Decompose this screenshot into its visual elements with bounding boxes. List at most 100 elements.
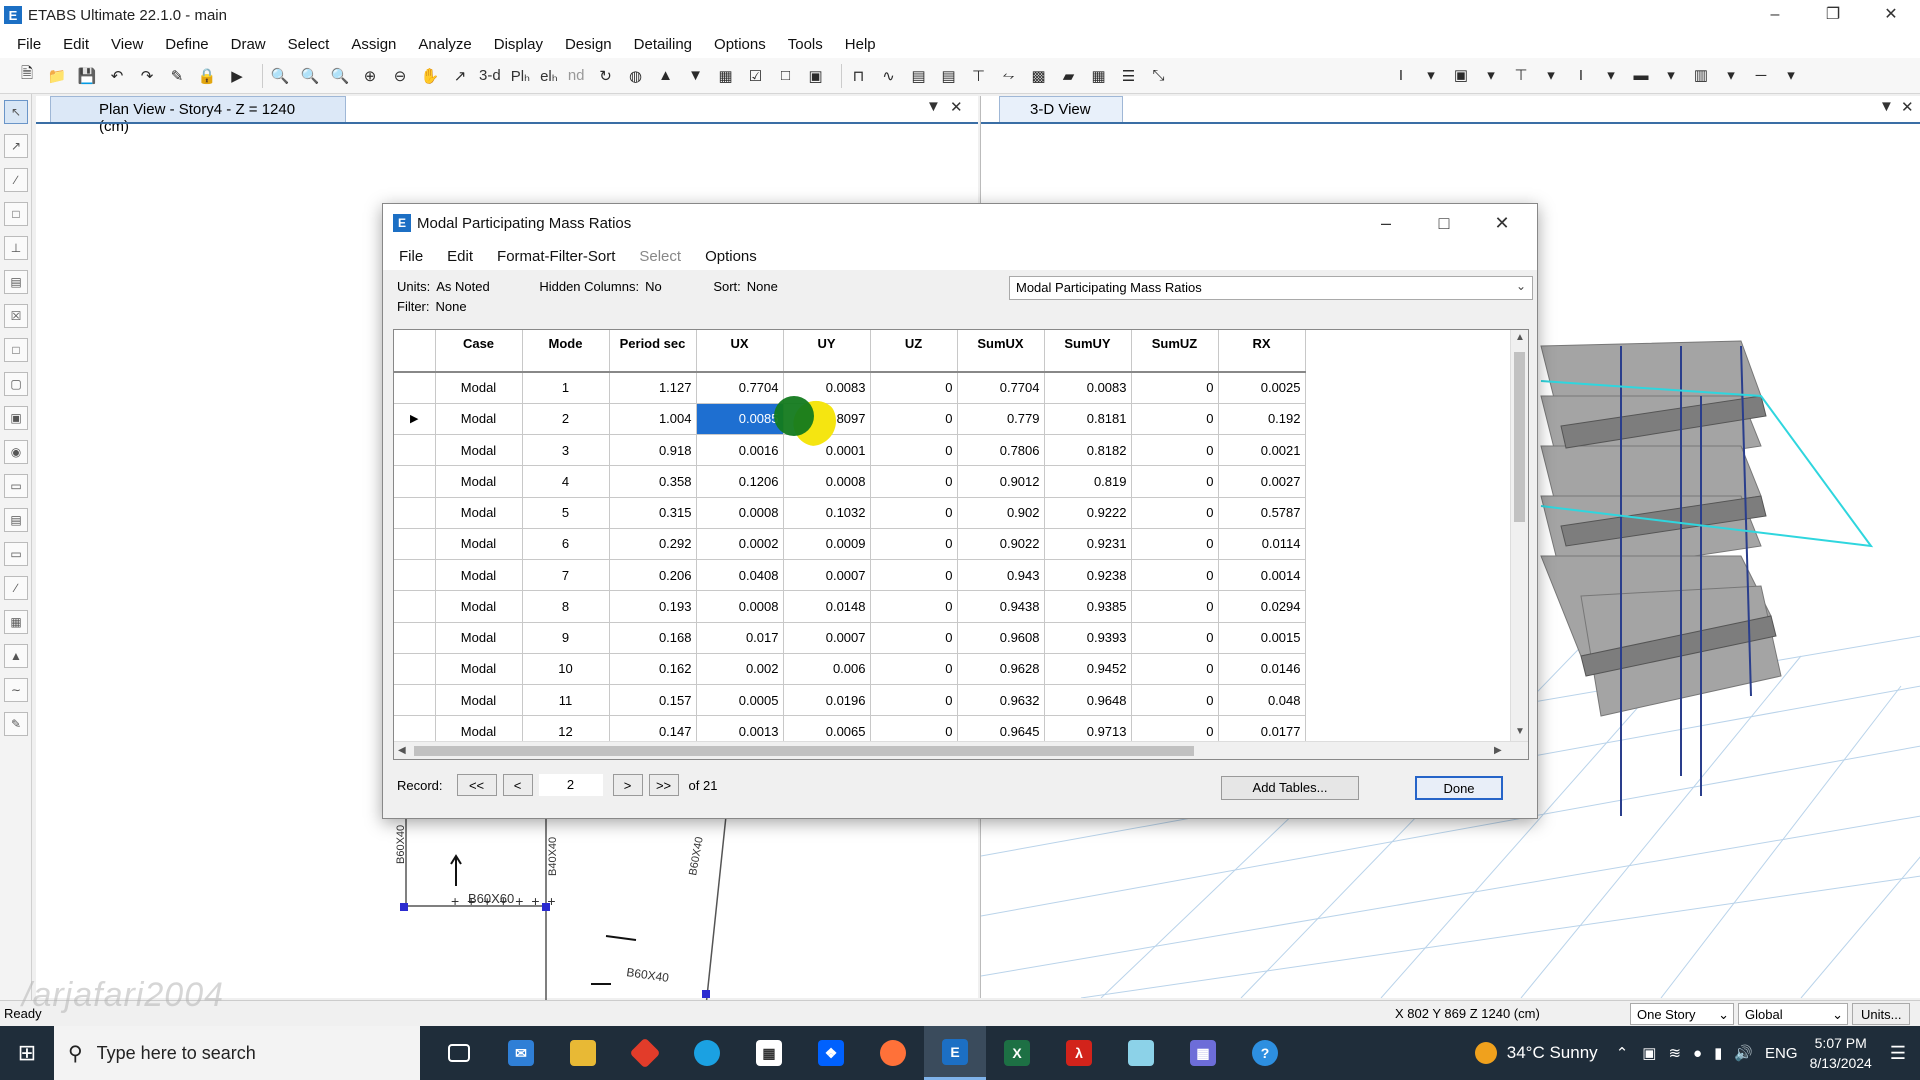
file-explorer-icon[interactable] [552,1026,614,1080]
table-cell[interactable]: 0 [870,653,958,686]
first-record-button[interactable]: << [456,774,497,796]
open-icon[interactable]: 📁 [46,65,68,87]
vertical-scrollbar[interactable]: ▲ ▼ [1510,330,1528,742]
table-cell[interactable]: 0.0294 [1218,590,1306,623]
dropdown-icon[interactable]: ▾ [1540,64,1562,86]
table-cell[interactable]: Modal [435,434,523,467]
draw-column-icon[interactable]: ⊥ [4,236,28,260]
dropdown-icon[interactable]: ▾ [1600,64,1622,86]
select-pointer-icon[interactable]: ↖ [4,100,28,124]
table-row[interactable]: Modal 4 0.358 0.1206 0.0008 0 0.9012 0.819 0 0.00… [394,465,1306,498]
wifi-off-icon[interactable]: ≋ [1668,1044,1681,1062]
menu-analyze[interactable]: Analyze [407,36,482,53]
table-cell[interactable]: 0.0008 [696,590,784,623]
frame-icon[interactable]: ⊓ [848,65,870,87]
wall-icon[interactable]: ▩ [1028,65,1050,87]
axes-icon[interactable]: ⤡ [1148,65,1170,87]
dialog-menu-format-filter-sort[interactable]: Format-Filter-Sort [497,248,615,265]
table-cell[interactable]: 0.7704 [957,372,1045,404]
menu-select[interactable]: Select [277,36,341,53]
draw-point-icon[interactable]: ◉ [4,440,28,464]
row-header[interactable] [394,590,436,623]
draw-opening-icon[interactable]: ▥ [1690,64,1712,86]
row-header[interactable] [394,622,436,654]
table-cell[interactable]: 8 [522,590,610,623]
record-number-field[interactable]: 2 [538,774,603,796]
display-undeformed-icon[interactable]: □ [775,65,797,87]
table-cell[interactable]: 0.779 [957,403,1045,436]
table-cell[interactable]: 0.006 [783,653,871,686]
table-cell[interactable]: 0.0015 [1218,622,1306,654]
table-cell[interactable]: 0.1206 [696,465,784,498]
table-cell[interactable]: 0.943 [957,559,1045,592]
scroll-thumb[interactable] [1514,352,1525,522]
perspective-icon[interactable]: ◍ [625,65,647,87]
network-icon[interactable]: ▣ [1642,1044,1656,1062]
column-header[interactable]: Mode [522,330,610,373]
table-cell[interactable]: 0.5787 [1218,497,1306,529]
table-row[interactable]: Modal 11 0.157 0.0005 0.0196 0 0.9632 0.9648 0 0.… [394,684,1306,717]
dialog-close-button[interactable]: ✕ [1473,204,1531,242]
table-row[interactable]: Modal 10 0.162 0.002 0.006 0 0.9628 0.9452 0 0.01… [394,653,1306,686]
chevron-up-icon[interactable]: ⌃ [1616,1044,1629,1062]
table-cell[interactable]: 7 [522,559,610,592]
table-cell[interactable]: 0.0007 [783,559,871,592]
column-header[interactable]: SumUZ [1131,330,1219,373]
column-header[interactable]: UZ [870,330,958,373]
draw-tendon-icon[interactable]: ▲ [4,644,28,668]
table-cell[interactable]: 0.8182 [1044,434,1132,467]
draw-brace-icon[interactable]: ☒ [4,304,28,328]
table-cell[interactable]: 0.9238 [1044,559,1132,592]
table-cell[interactable]: Modal [435,528,523,561]
zoom-extents-icon[interactable]: 🔍 [329,65,351,87]
task-view-icon[interactable] [428,1026,490,1080]
dropbox-icon[interactable]: ❖ [800,1026,862,1080]
table-cell[interactable]: 10 [522,653,610,686]
row-header[interactable] [394,684,436,717]
table-cell[interactable]: 0 [1131,403,1219,436]
draw-beam-icon[interactable]: ▤ [4,270,28,294]
panel-dropdown-icon[interactable]: ▼ [926,98,941,115]
new-model-icon[interactable]: 🗎 [16,65,38,87]
table-cell[interactable]: 0.0008 [783,465,871,498]
close-button[interactable]: ✕ [1862,0,1920,30]
move-down-icon[interactable]: ▼ [685,65,707,87]
row-header[interactable]: ▶ [394,403,436,436]
add-tables-button[interactable]: Add Tables... [1221,776,1359,800]
minimize-button[interactable]: – [1746,0,1804,30]
table-select-dropdown[interactable]: Modal Participating Mass Ratios ⌄ [1009,276,1533,300]
table-row[interactable]: Modal 5 0.315 0.0008 0.1032 0 0.902 0.9222 0 0.57… [394,497,1306,529]
notification-icon[interactable]: ☰ [1890,1043,1906,1064]
done-button[interactable]: Done [1415,776,1503,800]
table-cell[interactable]: 0.9393 [1044,622,1132,654]
clock[interactable]: 5:07 PM 8/13/2024 [1810,1033,1872,1073]
view-3d-button[interactable]: 3-d [479,67,501,84]
column-header[interactable]: UY [783,330,871,373]
display-tables-icon[interactable]: ☰ [1118,65,1140,87]
draw-strip-icon[interactable]: ∼ [4,678,28,702]
table-cell[interactable]: Modal [435,559,523,592]
dialog-menu-file[interactable]: File [399,248,423,265]
zoom-restore-icon[interactable]: 🔍 [299,65,321,87]
table-cell[interactable]: 0 [1131,434,1219,467]
plan-view-button[interactable]: Plₕ [511,67,530,85]
restore-button[interactable]: ❐ [1804,0,1862,30]
table-cell[interactable]: 0.315 [609,497,697,529]
draw-brace-icon[interactable]: I [1570,64,1592,86]
table-cell[interactable]: 0.9648 [1044,684,1132,717]
table-cell[interactable]: 0.0016 [696,434,784,467]
draw-wall-icon[interactable]: ▬ [1630,64,1652,86]
table-cell[interactable]: Modal [435,465,523,498]
table-cell[interactable]: 0.157 [609,684,697,717]
table-cell[interactable]: 0 [1131,653,1219,686]
dialog-menu-options[interactable]: Options [705,248,757,265]
table-cell[interactable]: 0 [870,497,958,529]
table-cell[interactable]: Modal [435,497,523,529]
table-cell[interactable]: 5 [522,497,610,529]
table-cell[interactable]: 9 [522,622,610,654]
table-row[interactable]: Modal 3 0.918 0.0016 0.0001 0 0.7806 0.8182 0 0.0… [394,434,1306,467]
table-cell[interactable]: 0.0146 [1218,653,1306,686]
object-shrink-icon[interactable]: ▦ [715,65,737,87]
table-cell[interactable]: 0.9628 [957,653,1045,686]
deformed-shape-icon[interactable]: ∿ [878,65,900,87]
